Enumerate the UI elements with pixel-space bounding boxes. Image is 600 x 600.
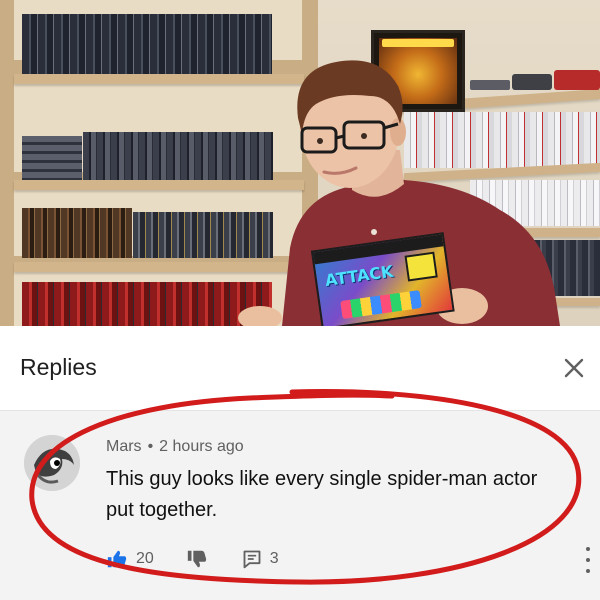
- thumbs-down-icon: [187, 550, 206, 568]
- meta-separator: •: [147, 438, 154, 455]
- game-box-title: ATTACK: [323, 261, 395, 290]
- comment-icon: [243, 550, 261, 569]
- comment-actions: 20 3: [106, 548, 279, 570]
- comment-text: This guy looks like every single spider-…: [106, 468, 538, 521]
- like-count: 20: [136, 550, 154, 567]
- thumbs-up-icon: [107, 550, 127, 568]
- person-presenter: [238, 60, 560, 326]
- more-vertical-icon: [586, 547, 590, 551]
- comment-meta: Mars • 2 hours ago: [106, 438, 244, 456]
- like-button[interactable]: 20: [106, 548, 154, 570]
- close-button[interactable]: [562, 356, 586, 380]
- video-frame[interactable]: ATTACK: [0, 0, 600, 326]
- dislike-button[interactable]: [186, 548, 208, 570]
- avatar[interactable]: [24, 435, 80, 491]
- replies-title: Replies: [20, 354, 97, 380]
- more-options-button[interactable]: [582, 547, 594, 573]
- reply-button[interactable]: 3: [242, 549, 279, 569]
- comment-timestamp: 2 hours ago: [159, 438, 244, 455]
- close-icon: [564, 358, 584, 378]
- comment-author[interactable]: Mars: [106, 438, 142, 456]
- reply-count: 3: [269, 550, 279, 567]
- comment-thread: Mars • 2 hours ago This guy looks like e…: [0, 411, 600, 600]
- replies-header: Replies: [0, 326, 600, 411]
